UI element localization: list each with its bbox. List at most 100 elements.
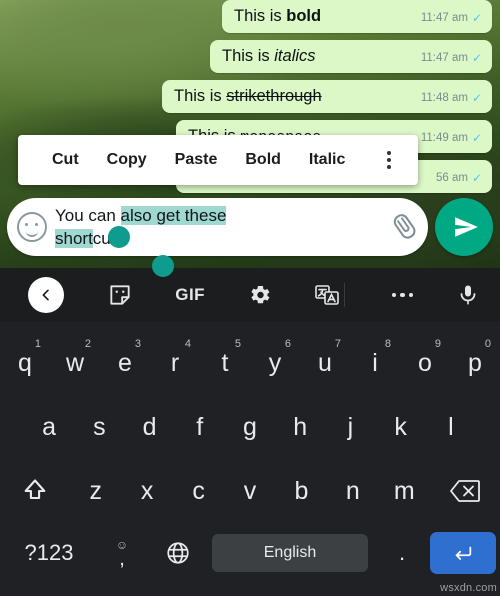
key-number-label: 5: [234, 338, 241, 350]
watermark: wsxdn.com: [440, 582, 497, 594]
toolbar-divider: [344, 283, 346, 307]
key-o[interactable]: 9o: [400, 336, 450, 390]
message-meta: 11:48 am ✓: [421, 92, 482, 104]
message-text: This is bold: [234, 7, 322, 25]
context-menu-item-italic[interactable]: Italic: [295, 151, 359, 169]
gear-icon[interactable]: [248, 283, 272, 307]
key-v[interactable]: v: [224, 464, 275, 518]
message-composer-row: You can also get these shortcuts: [7, 196, 493, 258]
context-menu-item-copy[interactable]: Copy: [93, 151, 161, 169]
message-meta: 56 am ✓: [436, 172, 482, 184]
key-label: q: [18, 348, 32, 377]
paperclip-icon[interactable]: [383, 208, 422, 247]
message-text: This is strikethrough: [174, 87, 322, 105]
chevron-left-icon[interactable]: [28, 277, 64, 313]
message-input-pill[interactable]: You can also get these shortcuts: [7, 198, 428, 256]
key-m[interactable]: m: [379, 464, 430, 518]
key-d[interactable]: d: [124, 400, 174, 454]
symbols-key[interactable]: ?123: [4, 526, 94, 580]
message-meta: 11:49 am ✓: [421, 132, 482, 144]
key-label: t: [221, 348, 229, 377]
keyboard-toolbar: GIF: [0, 268, 500, 322]
read-receipt-icon: ✓: [471, 131, 482, 145]
key-f[interactable]: f: [175, 400, 225, 454]
key-n[interactable]: n: [327, 464, 378, 518]
overflow-menu-icon[interactable]: [376, 145, 402, 175]
composer-text-plain-1: You can: [55, 206, 121, 225]
composer-text-highlight-1: also get these: [120, 206, 227, 225]
phone-screen: This is bold 11:47 am ✓ This is italics …: [0, 0, 500, 596]
key-i[interactable]: 8i: [350, 336, 400, 390]
message-bubble[interactable]: This is italics 11:47 am ✓: [210, 40, 492, 73]
key-label: y: [268, 348, 282, 377]
key-j[interactable]: j: [325, 400, 375, 454]
key-number-label: 4: [184, 338, 191, 350]
more-dots-icon[interactable]: [391, 292, 414, 298]
message-time: 11:47 am: [420, 12, 468, 24]
key-label: u: [318, 348, 332, 377]
key-u[interactable]: 7u: [300, 336, 350, 390]
selection-handle-end[interactable]: [152, 255, 174, 277]
send-icon: [454, 217, 478, 237]
key-k[interactable]: k: [376, 400, 426, 454]
backspace-icon[interactable]: [430, 464, 500, 518]
shift-arrow-icon[interactable]: [0, 464, 70, 518]
key-l[interactable]: l: [426, 400, 476, 454]
text-selection-context-menu[interactable]: Cut Copy Paste Bold Italic: [18, 135, 418, 185]
key-label: o: [418, 348, 432, 377]
key-z[interactable]: z: [70, 464, 121, 518]
message-meta: 11:47 am ✓: [421, 12, 482, 24]
key-number-label: 6: [284, 338, 291, 350]
key-t[interactable]: 5t: [200, 336, 250, 390]
read-receipt-icon: ✓: [471, 171, 482, 185]
key-number-label: 1: [34, 338, 41, 350]
keyboard-row-2: a s d f g h j k l: [0, 400, 500, 454]
key-g[interactable]: g: [225, 400, 275, 454]
message-bubble[interactable]: This is bold 11:47 am ✓: [222, 0, 492, 33]
key-s[interactable]: s: [74, 400, 124, 454]
key-number-label: 8: [384, 338, 391, 350]
key-e[interactable]: 3e: [100, 336, 150, 390]
key-h[interactable]: h: [275, 400, 325, 454]
key-c[interactable]: c: [173, 464, 224, 518]
message-input[interactable]: You can also get these shortcuts: [55, 204, 380, 250]
enter-arrow-icon: [455, 546, 472, 560]
key-a[interactable]: a: [24, 400, 74, 454]
key-r[interactable]: 4r: [150, 336, 200, 390]
globe-icon[interactable]: [150, 526, 206, 580]
key-b[interactable]: b: [276, 464, 327, 518]
message-time: 11:47 am: [420, 52, 468, 64]
selection-handle-start[interactable]: [108, 226, 130, 248]
keyboard-row-3: z x c v b n m: [0, 464, 500, 518]
period-key[interactable]: .: [374, 526, 430, 580]
context-menu-item-bold[interactable]: Bold: [231, 151, 295, 169]
context-menu-item-paste[interactable]: Paste: [161, 151, 232, 169]
key-q[interactable]: 1q: [0, 336, 50, 390]
key-w[interactable]: 2w: [50, 336, 100, 390]
comma-label: ,: [119, 548, 125, 570]
sticker-icon[interactable]: [107, 282, 133, 308]
context-menu-item-cut[interactable]: Cut: [38, 151, 93, 169]
keyboard-row-1: 1q 2w 3e 4r 5t 6y 7u 8i 9o 0p: [0, 336, 500, 390]
enter-key[interactable]: [430, 532, 496, 574]
message-meta: 11:47 am ✓: [421, 52, 482, 64]
key-p[interactable]: 0p: [450, 336, 500, 390]
read-receipt-icon: ✓: [471, 91, 482, 105]
comma-emoji-key[interactable]: ☺ ,: [94, 526, 150, 580]
microphone-icon[interactable]: [456, 283, 480, 307]
key-y[interactable]: 6y: [250, 336, 300, 390]
key-label: p: [468, 348, 482, 377]
message-time: 11:49 am: [420, 132, 468, 144]
emoji-smiley-icon[interactable]: [17, 212, 47, 242]
key-number-label: 2: [84, 338, 91, 350]
read-receipt-icon: ✓: [471, 11, 482, 25]
read-receipt-icon: ✓: [471, 51, 482, 65]
translate-icon[interactable]: [314, 283, 340, 307]
key-x[interactable]: x: [121, 464, 172, 518]
space-key[interactable]: English: [212, 534, 368, 572]
message-bubble[interactable]: This is strikethrough 11:48 am ✓: [162, 80, 492, 113]
gif-button[interactable]: GIF: [175, 285, 205, 305]
message-time: 11:48 am: [420, 92, 468, 104]
key-number-label: 0: [484, 338, 491, 350]
send-button[interactable]: [435, 198, 493, 256]
